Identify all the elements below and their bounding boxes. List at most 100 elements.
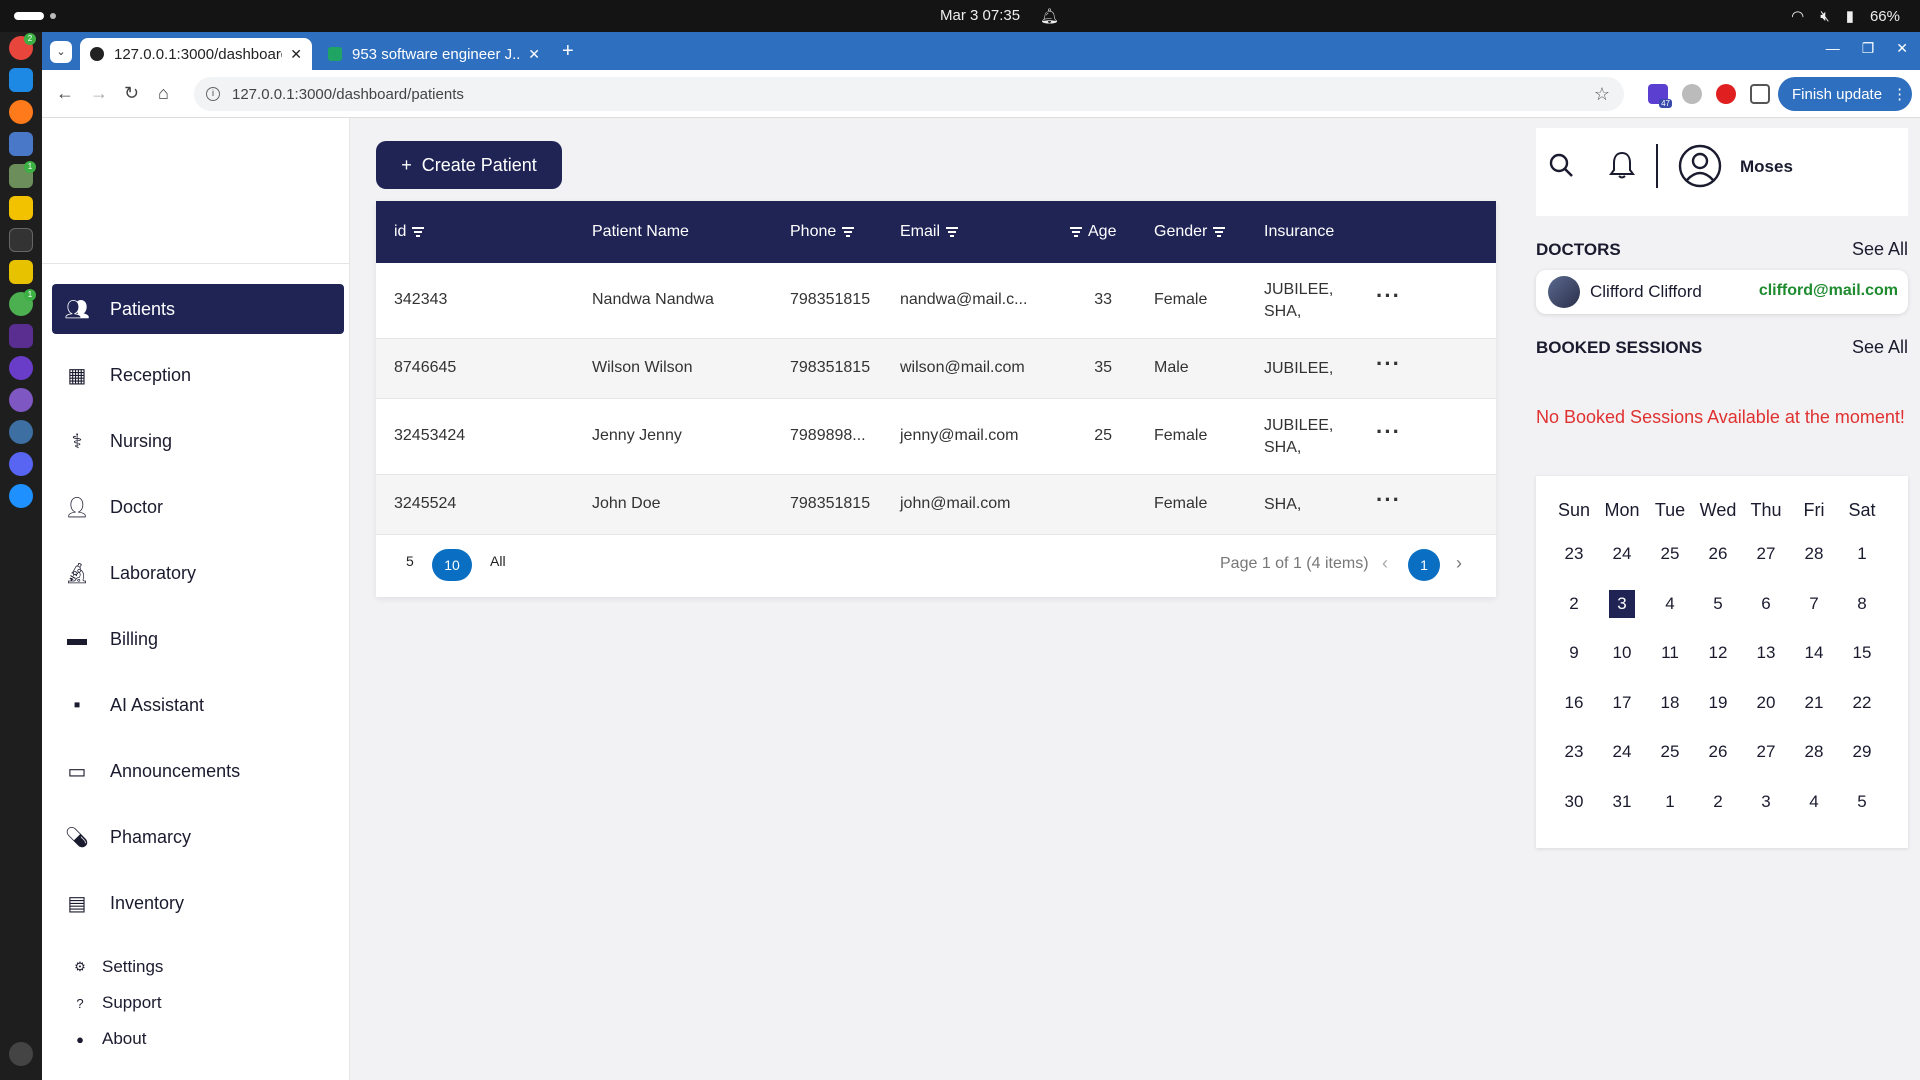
calendar-day[interactable]: 11: [1646, 643, 1694, 663]
calendar-day[interactable]: 28: [1790, 742, 1838, 762]
discord-icon[interactable]: [9, 452, 33, 476]
calendar-day[interactable]: 19: [1694, 693, 1742, 713]
site-info-icon[interactable]: i: [206, 87, 220, 101]
calendar-day[interactable]: 4: [1790, 792, 1838, 812]
bell-icon[interactable]: [1608, 150, 1636, 180]
sidebar-item-billing[interactable]: ▬ Billing: [52, 614, 344, 664]
calendar-day[interactable]: 31: [1598, 792, 1646, 812]
calendar-day[interactable]: 26: [1694, 544, 1742, 564]
calendar-day[interactable]: 22: [1838, 693, 1886, 713]
jetbrains-icon[interactable]: [9, 324, 33, 348]
notification-icon[interactable]: 🔔︎: [1040, 7, 1059, 25]
close-tab-icon[interactable]: ✕: [528, 46, 540, 63]
home-icon[interactable]: ⌂: [158, 83, 169, 104]
app-grid-icon[interactable]: [9, 1042, 33, 1066]
column-gender[interactable]: Gender: [1154, 223, 1226, 241]
game-icon[interactable]: [9, 260, 33, 284]
back-icon[interactable]: ←: [56, 83, 74, 104]
prev-page-icon[interactable]: ‹: [1382, 553, 1388, 574]
calendar-day[interactable]: 5: [1838, 792, 1886, 812]
calendar-day[interactable]: 1: [1646, 792, 1694, 812]
sidebar-item-phamarcy[interactable]: 💊︎ Phamarcy: [52, 812, 344, 862]
address-bar[interactable]: i 127.0.0.1:3000/dashboard/patients ☆: [194, 77, 1624, 111]
calendar-day[interactable]: 18: [1646, 693, 1694, 713]
table-row[interactable]: 3245524 John Doe 798351815 john@mail.com Fem…: [376, 475, 1496, 535]
calendar-day[interactable]: 27: [1742, 742, 1790, 762]
calendar-day[interactable]: 1: [1838, 544, 1886, 564]
calendar-day[interactable]: 23: [1550, 544, 1598, 564]
footer-item-about[interactable]: ● About: [72, 1029, 146, 1049]
battery-icon[interactable]: ▮: [1846, 7, 1854, 25]
calendar-day[interactable]: 2: [1550, 594, 1598, 614]
calendar-day[interactable]: 28: [1790, 544, 1838, 564]
sidebar-item-nursing[interactable]: ⚕ Nursing: [52, 416, 344, 466]
row-actions-icon[interactable]: ···: [1376, 283, 1401, 309]
calendar-day[interactable]: 5: [1694, 594, 1742, 614]
extensions-puzzle-icon[interactable]: [1750, 84, 1770, 104]
filter-icon[interactable]: [1070, 225, 1082, 239]
calendar-day[interactable]: 16: [1550, 693, 1598, 713]
row-actions-icon[interactable]: ···: [1376, 419, 1401, 445]
calendar-day[interactable]: 8: [1838, 594, 1886, 614]
tab-sheet[interactable]: 953 software engineer J... ✕: [318, 38, 550, 70]
close-tab-icon[interactable]: ✕: [290, 46, 302, 63]
calendar-day[interactable]: 4: [1646, 594, 1694, 614]
sidebar-item-announcements[interactable]: ▭ Announcements: [52, 746, 344, 796]
page-1-button[interactable]: 1: [1408, 549, 1440, 581]
restore-icon[interactable]: ❐: [1862, 40, 1875, 57]
column-age[interactable]: Age: [1070, 223, 1116, 241]
tab-dashboard[interactable]: 127.0.0.1:3000/dashboard ✕: [80, 38, 312, 70]
column-patient-name[interactable]: Patient Name: [592, 223, 689, 241]
calendar-day[interactable]: 20: [1742, 693, 1790, 713]
filter-icon[interactable]: [946, 225, 959, 239]
calendar-day[interactable]: 10: [1598, 643, 1646, 663]
user-avatar-icon[interactable]: [1678, 144, 1722, 188]
calendar-day[interactable]: 21: [1790, 693, 1838, 713]
calendar-day[interactable]: 15: [1838, 643, 1886, 663]
page-size-10[interactable]: 10: [432, 549, 472, 581]
calendar-day[interactable]: 3: [1742, 792, 1790, 812]
search-icon[interactable]: [1548, 152, 1574, 178]
extension-icon[interactable]: [1682, 84, 1702, 104]
sidebar-item-reception[interactable]: ▦ Reception: [52, 350, 344, 400]
table-row[interactable]: 32453424 Jenny Jenny 7989898... jenny@mail.…: [376, 399, 1496, 475]
sidebar-item-laboratory[interactable]: 🔬︎ Laboratory: [52, 548, 344, 598]
filter-icon[interactable]: [842, 225, 855, 239]
notes-icon[interactable]: [9, 196, 33, 220]
calendar-day[interactable]: 25: [1646, 544, 1694, 564]
calendar-day[interactable]: 24: [1598, 742, 1646, 762]
calendar-day[interactable]: 12: [1694, 643, 1742, 663]
opera-icon[interactable]: [1716, 84, 1736, 104]
table-row[interactable]: 342343 Nandwa Nandwa 798351815 nandwa@mail.…: [376, 263, 1496, 339]
app-purple-icon[interactable]: [9, 356, 33, 380]
screenshot-icon[interactable]: [9, 132, 33, 156]
calendar-day[interactable]: 23: [1550, 742, 1598, 762]
calendar-day[interactable]: 13: [1742, 643, 1790, 663]
calendar-day[interactable]: 30: [1550, 792, 1598, 812]
calendar-day[interactable]: 17: [1598, 693, 1646, 713]
table-row[interactable]: 8746645 Wilson Wilson 798351815 wilson@mail…: [376, 339, 1496, 399]
wifi-icon[interactable]: ◠: [1791, 7, 1804, 25]
activities-indicator[interactable]: [14, 12, 44, 20]
filter-icon[interactable]: [412, 225, 425, 239]
chrome-icon[interactable]: 2: [9, 33, 36, 60]
calendar-day[interactable]: 29: [1838, 742, 1886, 762]
filter-icon[interactable]: [1213, 225, 1226, 239]
create-patient-button[interactable]: + Create Patient: [376, 141, 562, 189]
chrome-alt-icon[interactable]: 1: [9, 289, 36, 316]
column-id[interactable]: id: [394, 223, 425, 241]
column-phone[interactable]: Phone: [790, 223, 855, 241]
sidebar-item-ai-assistant[interactable]: ▪ AI Assistant: [52, 680, 344, 730]
extension-badge-icon[interactable]: 47: [1648, 84, 1672, 108]
os-clock[interactable]: Mar 3 07:35: [940, 7, 1020, 24]
calendar-day[interactable]: 14: [1790, 643, 1838, 663]
forward-icon[interactable]: →: [90, 83, 108, 104]
calendar-day-today[interactable]: 3: [1598, 589, 1646, 618]
close-window-icon[interactable]: ✕: [1896, 40, 1908, 57]
firefox-icon[interactable]: [9, 100, 33, 124]
url-text[interactable]: 127.0.0.1:3000/dashboard/patients: [232, 86, 464, 103]
footer-item-settings[interactable]: ⚙ Settings: [72, 957, 163, 977]
new-tab-icon[interactable]: +: [562, 40, 574, 63]
calendar-day[interactable]: 27: [1742, 544, 1790, 564]
sidebar-item-inventory[interactable]: ▤ Inventory: [52, 878, 344, 928]
